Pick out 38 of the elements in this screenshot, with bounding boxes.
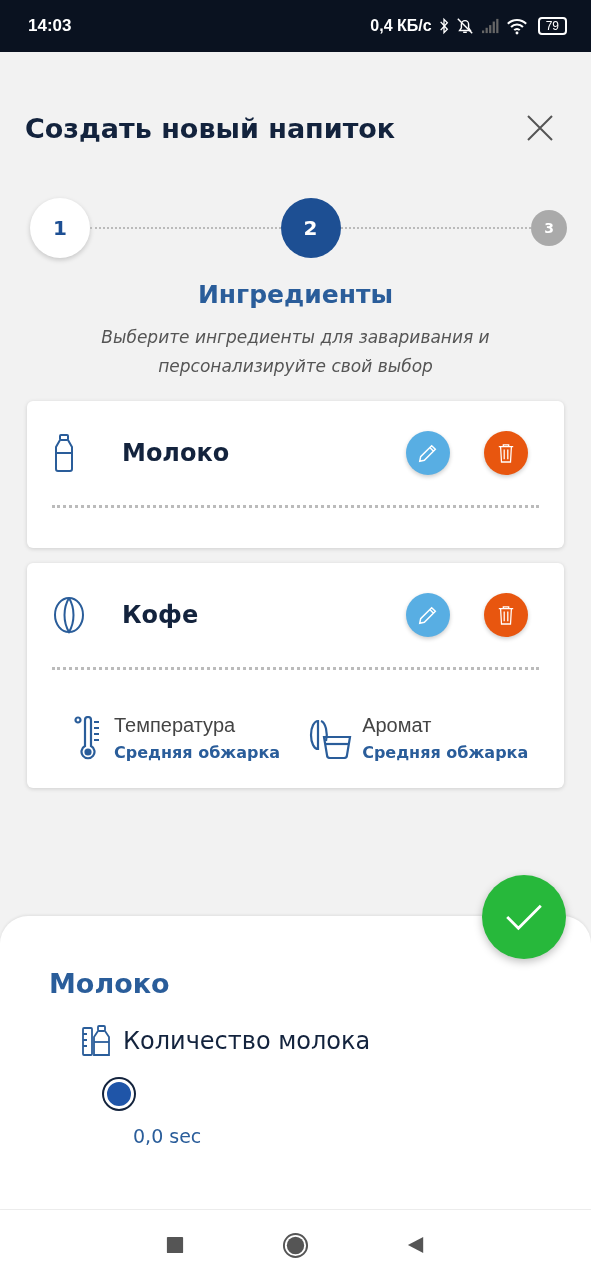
- wifi-icon: [505, 17, 528, 35]
- section-subtitle: Выберите ингредиенты для заваривания и персонализируйте свой выбор: [100, 326, 491, 378]
- bluetooth-icon: [438, 17, 449, 35]
- close-button[interactable]: [527, 115, 553, 141]
- edit-button[interactable]: [406, 593, 450, 637]
- network-speed: 0,4 КБ/с: [370, 17, 432, 35]
- cup-and-bean-icon: [308, 717, 353, 759]
- delete-button[interactable]: [484, 593, 528, 637]
- pencil-icon: [417, 604, 439, 626]
- setting-label: Количество молока: [123, 1027, 371, 1055]
- page-title: Создать новый напиток: [25, 112, 396, 144]
- sheet-title: Молоко: [49, 968, 170, 999]
- coffee-bean-icon: [52, 596, 86, 634]
- step-indicator[interactable]: 1: [30, 198, 90, 258]
- edit-button[interactable]: [406, 431, 450, 475]
- measuring-bottle-icon: [81, 1025, 111, 1057]
- pencil-icon: [417, 442, 439, 464]
- signal-icon: [480, 18, 499, 34]
- checkmark-icon: [505, 903, 543, 931]
- step-indicator[interactable]: 2: [280, 198, 341, 258]
- ingredient-name: Кофе: [122, 601, 200, 629]
- slider-reading: 0,0 sec: [133, 1125, 202, 1147]
- close-icon: [527, 115, 553, 141]
- clock: 14:03: [28, 16, 72, 36]
- ingredient-name: Молоко: [122, 439, 231, 467]
- battery-indicator: 79: [537, 17, 567, 35]
- property-label: Аромат: [362, 714, 433, 737]
- trash-icon: [497, 443, 515, 463]
- property-label: Температура: [114, 714, 237, 737]
- delete-button[interactable]: [484, 431, 528, 475]
- trash-icon: [497, 605, 515, 625]
- slider-thumb[interactable]: [104, 1079, 134, 1109]
- muted-bell-icon: [455, 17, 474, 35]
- section-title: Ингредиенты: [196, 280, 395, 309]
- confirm-button[interactable]: [482, 875, 566, 959]
- bottle-icon: [52, 433, 76, 473]
- property-value: Средняя обжарка: [114, 743, 281, 762]
- property-value: Средняя обжарка: [362, 743, 529, 762]
